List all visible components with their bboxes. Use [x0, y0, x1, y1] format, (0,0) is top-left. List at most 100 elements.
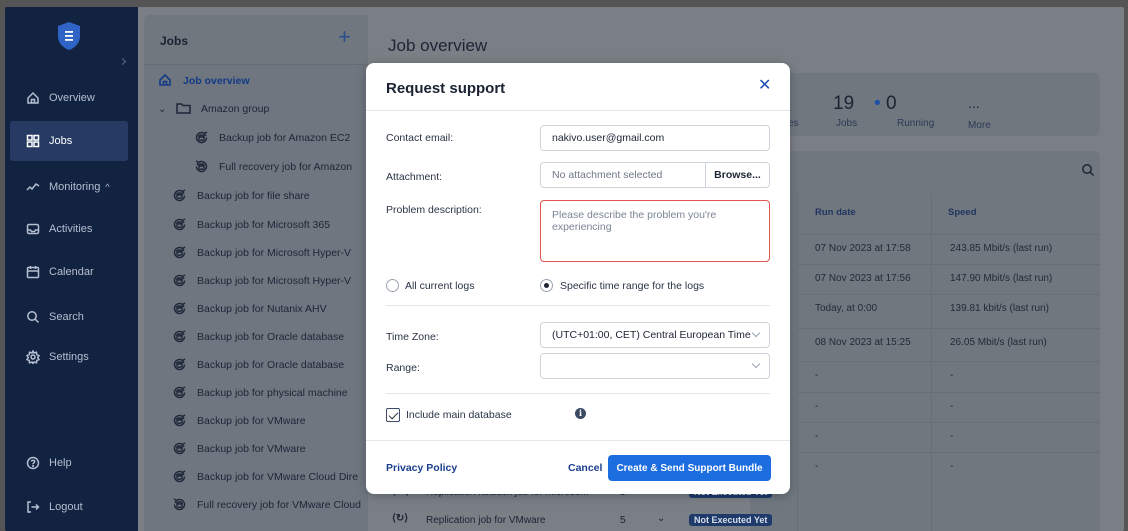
backup-job-icon	[172, 188, 188, 204]
row-divider	[797, 328, 1100, 329]
job-list-item[interactable]: Backup job for VMware Cloud Dire	[144, 463, 368, 491]
job-list-item[interactable]: Backup job for Microsoft Hyper-V	[144, 239, 368, 267]
browse-button[interactable]: Browse...	[705, 163, 769, 187]
row-divider	[797, 422, 1100, 423]
backup-job-icon	[172, 413, 188, 429]
stat-jobs-label: Jobs	[836, 118, 858, 129]
sidebar-item-activities[interactable]: Activities	[5, 209, 138, 249]
column-divider	[931, 193, 932, 531]
time-range-radio[interactable]	[540, 279, 553, 292]
sidebar-item-settings[interactable]: Settings	[5, 337, 138, 377]
dialog-title: Request support	[386, 80, 506, 97]
run-date-cell: 07 Nov 2023 at 17:56	[815, 273, 911, 284]
table-row[interactable]: ⟨↻⟩ Replication job for VMware 5 ⌄ Not E…	[368, 513, 773, 531]
job-list-item[interactable]: Backup job for Amazon EC2	[144, 124, 368, 152]
close-icon[interactable]: ✕	[758, 78, 771, 94]
job-label: Full recovery job for Amazon	[219, 161, 353, 173]
create-send-bundle-button[interactable]: Create & Send Support Bundle	[608, 455, 771, 481]
job-label: Backup job for Microsoft Hyper-V	[197, 275, 352, 287]
stat-jobs-value: 19	[833, 93, 855, 114]
stat-more-value[interactable]: ...	[968, 95, 980, 111]
chevron-down-icon[interactable]: ⌄	[657, 513, 665, 524]
chevron-down-icon	[751, 359, 761, 369]
backup-job-icon	[172, 329, 188, 345]
job-list-item[interactable]: Backup job for Oracle database	[144, 323, 368, 351]
sidebar-item-help[interactable]: Help	[5, 443, 138, 483]
help-icon	[25, 455, 41, 471]
job-list-item[interactable]: Backup job for Nutanix AHV	[144, 295, 368, 323]
all-logs-label[interactable]: All current logs	[405, 280, 474, 292]
job-list-item[interactable]: Backup job for VMware	[144, 407, 368, 435]
include-database-checkbox[interactable]	[386, 408, 400, 422]
gear-icon	[25, 349, 41, 365]
speed-cell: -	[950, 461, 954, 472]
include-database-label[interactable]: Include main database	[406, 409, 512, 421]
jobs-panel-header: Jobs +	[144, 15, 368, 65]
screen: Overview Jobs Monitoring ^ Activities Ca…	[0, 0, 1128, 531]
all-logs-radio[interactable]	[386, 279, 399, 292]
range-select[interactable]	[540, 353, 770, 379]
collapse-sidebar-icon[interactable]	[118, 57, 127, 66]
backup-job-icon	[172, 245, 188, 261]
jobs-table-card	[750, 151, 1100, 531]
sidebar-item-calendar[interactable]: Calendar	[5, 252, 138, 292]
speed-cell: -	[950, 401, 954, 412]
chevron-down-icon[interactable]: ⌄	[158, 104, 166, 115]
column-header-speed[interactable]: Speed	[948, 207, 977, 218]
job-list-item[interactable]: Backup job for physical machine	[144, 379, 368, 407]
stat-more-label[interactable]: More	[968, 120, 991, 131]
job-list-item[interactable]: Backup job for VMware	[144, 435, 368, 463]
job-label: Backup job for Microsoft 365	[197, 219, 331, 231]
app-window: Overview Jobs Monitoring ^ Activities Ca…	[5, 7, 1124, 531]
sidebar-item-overview[interactable]: Overview	[5, 78, 138, 118]
job-name: Replication job for VMware	[426, 515, 546, 526]
privacy-policy-link[interactable]: Privacy Policy	[386, 462, 457, 474]
column-divider	[797, 193, 798, 531]
job-overview-item[interactable]: Job overview	[144, 67, 368, 95]
sidebar-item-label: Jobs	[49, 135, 73, 147]
search-icon[interactable]	[1081, 163, 1095, 177]
run-date-cell: 08 Nov 2023 at 15:25	[815, 337, 911, 348]
stat-running-label: Running	[897, 118, 935, 129]
backup-job-icon	[172, 385, 188, 401]
job-list-item[interactable]: Backup job for Microsoft Hyper-V	[144, 267, 368, 295]
info-icon[interactable]: i	[575, 408, 586, 419]
time-range-label[interactable]: Specific time range for the logs	[560, 280, 704, 292]
run-date-cell: -	[815, 431, 819, 442]
contact-email-field[interactable]: nakivo.user@gmail.com	[540, 125, 770, 151]
job-label: Backup job for file share	[197, 190, 310, 202]
request-support-dialog: Request support ✕ Contact email: nakivo.…	[366, 63, 790, 494]
sidebar-item-label: Help	[49, 457, 72, 469]
sidebar-item-label: Calendar	[49, 266, 94, 278]
replication-icon: ⟨↻⟩	[392, 513, 409, 524]
pulse-icon	[25, 179, 41, 195]
sidebar-item-jobs[interactable]: Jobs	[10, 121, 128, 161]
job-list-item[interactable]: Backup job for Microsoft 365	[144, 211, 368, 239]
sidebar-item-monitoring[interactable]: Monitoring ^	[5, 167, 138, 207]
logo-icon	[58, 22, 80, 50]
backup-job-icon	[172, 301, 188, 317]
sidebar-item-label: Settings	[49, 351, 89, 363]
sidebar-item-search[interactable]: Search	[5, 297, 138, 337]
timezone-select[interactable]: (UTC+01:00, CET) Central European Time	[540, 322, 770, 348]
attachment-field[interactable]: No attachment selected Browse...	[540, 162, 770, 188]
sidebar-item-logout[interactable]: Logout	[5, 487, 138, 527]
column-header-run-date[interactable]: Run date	[815, 207, 856, 218]
chevron-up-icon: ^	[105, 182, 110, 192]
job-list-item[interactable]: Backup job for file share	[144, 182, 368, 210]
problem-description-field[interactable]: Please describe the problem you're exper…	[540, 200, 770, 262]
backup-job-icon	[172, 273, 188, 289]
run-date-cell: -	[815, 370, 819, 381]
job-list-item[interactable]: Backup job for Oracle database	[144, 351, 368, 379]
sidebar-item-label: Logout	[49, 501, 83, 513]
row-divider	[797, 264, 1100, 265]
job-list-item[interactable]: Full recovery job for VMware Cloud	[144, 491, 368, 519]
running-dot-icon: •	[874, 93, 881, 114]
folder-icon	[176, 101, 192, 117]
search-icon	[25, 309, 41, 325]
add-job-button[interactable]: +	[338, 26, 351, 48]
cancel-button[interactable]: Cancel	[568, 462, 602, 474]
job-group-item[interactable]: ⌄ Amazon group	[144, 95, 368, 123]
job-list-item[interactable]: Full recovery job for Amazon	[144, 153, 368, 181]
job-label: Backup job for Nutanix AHV	[197, 303, 327, 315]
